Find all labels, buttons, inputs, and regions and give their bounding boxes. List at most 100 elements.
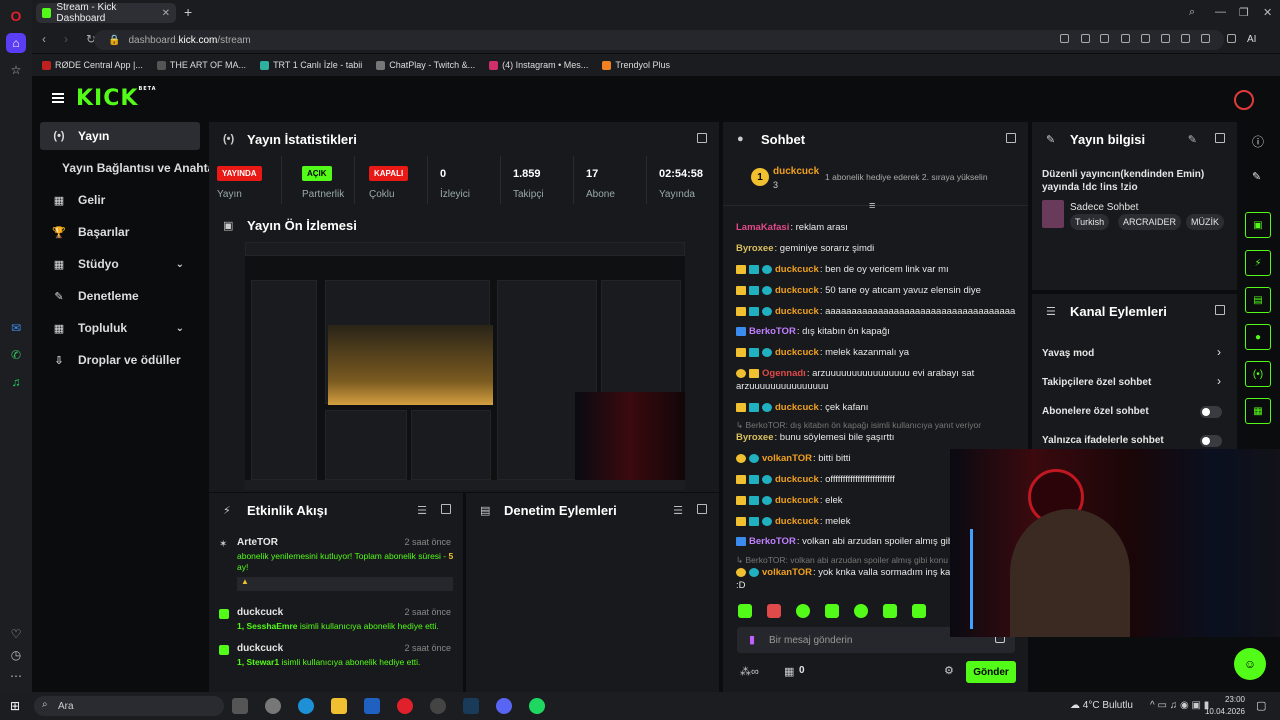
hamburger-menu-icon[interactable] (52, 93, 64, 103)
notification-icon[interactable]: ▢ (1256, 699, 1266, 712)
kick-logo[interactable]: KICKBETA (76, 86, 157, 111)
emote-icon[interactable] (883, 604, 897, 618)
taskbar-search[interactable]: ⌕ Ara (34, 696, 224, 716)
shield-icon[interactable] (1100, 34, 1109, 43)
tag-pill[interactable]: Turkish (1070, 214, 1110, 230)
discord-icon[interactable] (496, 698, 512, 714)
info-icon[interactable]: ⓘ (1252, 133, 1264, 150)
whatsapp-icon[interactable]: ✆ (6, 345, 26, 365)
action-followers-only[interactable]: Takipçilere özel sohbet (1042, 377, 1151, 388)
bookmark-item[interactable]: RØDE Central App |... (42, 60, 143, 70)
edit-icon[interactable]: ✎ (1188, 133, 1197, 146)
bookmark-item[interactable]: TRT 1 Canlı İzle - tabii (260, 60, 362, 70)
stream-preview-video[interactable] (245, 242, 685, 490)
popout-icon[interactable] (697, 133, 707, 143)
edge-icon[interactable] (298, 698, 314, 714)
new-tab-button[interactable]: + (184, 5, 192, 19)
download-icon[interactable] (1161, 34, 1170, 43)
edit-icon[interactable]: ✎ (1252, 170, 1261, 183)
nav-item-stream[interactable]: (•) Yayın (40, 122, 200, 150)
nav-item-achievements[interactable]: 🏆 Başarılar (40, 218, 200, 246)
extensions-icon[interactable] (1227, 34, 1236, 43)
nav-item-studio[interactable]: ▦ Stüdyo ⌄ (40, 250, 200, 278)
nav-item-community[interactable]: ▦ Topluluk ⌄ (40, 314, 200, 342)
close-tab-icon[interactable]: ✕ (162, 8, 170, 19)
bookmark-item[interactable]: Trendyol Plus (602, 60, 670, 70)
obs-icon[interactable] (430, 698, 446, 714)
more-icon[interactable]: ⋯ (6, 666, 26, 686)
bits-icon[interactable]: ⁂∞ (740, 665, 759, 678)
opera-taskbar-icon[interactable] (397, 698, 413, 714)
task-view-icon[interactable] (232, 698, 248, 714)
edit-icon[interactable] (1060, 34, 1069, 43)
search-tabs-icon[interactable]: ⌕ (1189, 6, 1195, 19)
back-icon[interactable]: ‹ (42, 32, 46, 46)
emote-icon[interactable] (912, 604, 926, 618)
nav-item-stream-key[interactable]: Yayın Bağlantısı ve Anahtarı (40, 154, 222, 182)
chevron-right-icon[interactable]: › (1217, 374, 1221, 388)
clock-date[interactable]: 10.04.2026 (1195, 707, 1245, 716)
bookmark-item[interactable]: (4) Instagram • Mes... (489, 60, 588, 70)
clock-time[interactable]: 23:00 (1205, 695, 1245, 704)
weather[interactable]: ☁ 4°C Bulutlu (1070, 700, 1133, 711)
action-slow-mode[interactable]: Yavaş mod (1042, 348, 1094, 359)
nav-item-moderation[interactable]: ✎ Denetleme (40, 282, 200, 310)
points-icon[interactable]: ▦ (784, 665, 794, 678)
user-avatar[interactable] (1234, 90, 1254, 110)
filter-icon[interactable]: ☰ (417, 504, 427, 517)
play-icon[interactable] (1121, 34, 1130, 43)
camera-icon[interactable] (1081, 34, 1090, 43)
popout-icon[interactable] (1215, 305, 1225, 315)
spotify-taskbar-icon[interactable] (529, 698, 545, 714)
quick-action-button[interactable]: ● (1245, 324, 1271, 350)
quick-action-button[interactable]: ▦ (1245, 398, 1271, 424)
copilot-icon[interactable] (265, 698, 281, 714)
emote-icon[interactable] (825, 604, 839, 618)
quick-action-button[interactable]: ▣ (1245, 212, 1271, 238)
subscribers-only-toggle[interactable] (1200, 406, 1222, 418)
menu-icon[interactable] (1181, 34, 1190, 43)
popout-icon[interactable] (1215, 133, 1225, 143)
messenger-icon[interactable]: ✉ (6, 318, 26, 338)
filter-icon[interactable]: ☰ (673, 504, 683, 517)
heart-icon[interactable]: ♡ (6, 624, 26, 644)
emote-icon[interactable] (738, 604, 752, 618)
nav-item-drops[interactable]: ⇩ Droplar ve ödüller (40, 346, 200, 374)
support-button[interactable]: ☺ (1234, 648, 1266, 680)
action-subscribers-only[interactable]: Abonelere özel sohbet (1042, 406, 1149, 417)
settings-icon[interactable]: ⚙ (944, 664, 954, 677)
mail-icon[interactable] (364, 698, 380, 714)
opera-logo-icon[interactable]: O (6, 6, 26, 26)
quick-action-button[interactable]: ⚡ (1245, 250, 1271, 276)
quick-action-button[interactable]: ▤ (1245, 287, 1271, 313)
nav-item-revenue[interactable]: ▦ Gelir (40, 186, 200, 214)
popout-icon[interactable] (441, 504, 451, 514)
send-button[interactable]: Gönder (966, 661, 1016, 683)
bookmark-item[interactable]: ChatPlay - Twitch &... (376, 60, 475, 70)
popout-icon[interactable] (1006, 133, 1016, 143)
minimize-icon[interactable]: — (1215, 6, 1226, 18)
star-icon[interactable]: ☆ (6, 60, 26, 80)
chevron-right-icon[interactable]: › (1217, 345, 1221, 359)
tag-pill[interactable]: MÜZİK (1186, 214, 1224, 230)
home-icon[interactable]: ⌂ (6, 33, 26, 53)
steam-icon[interactable] (463, 698, 479, 714)
browser-tab[interactable]: Stream - Kick Dashboard ✕ (36, 2, 176, 24)
spotify-icon[interactable]: ♫ (6, 372, 26, 392)
tag-pill[interactable]: ARCRAIDER (1118, 214, 1182, 230)
emote-icon[interactable] (854, 604, 868, 618)
bookmark-item[interactable]: THE ART OF MA... (156, 60, 246, 70)
forward-icon[interactable]: › (64, 32, 68, 46)
history-icon[interactable]: ◷ (6, 645, 26, 665)
url-field[interactable]: 🔒 dashboard. kick.com/stream (94, 30, 1224, 50)
emotes-only-toggle[interactable] (1200, 435, 1222, 447)
emote-icon[interactable] (767, 604, 781, 618)
quick-action-button[interactable]: (•) (1245, 361, 1271, 387)
pinned-leaderboard[interactable]: 1 duckcuck 3 1 abonelik hediye ederek 2.… (723, 158, 1028, 206)
restore-icon[interactable]: ❐ (1239, 6, 1249, 19)
windows-start-icon[interactable]: ⊞ (10, 699, 20, 713)
mic-icon[interactable]: ▮ (749, 633, 755, 646)
ai-button[interactable]: AI (1247, 34, 1256, 45)
emote-icon[interactable] (796, 604, 810, 618)
action-emotes-only[interactable]: Yalnızca ifadelerle sohbet (1042, 435, 1164, 446)
